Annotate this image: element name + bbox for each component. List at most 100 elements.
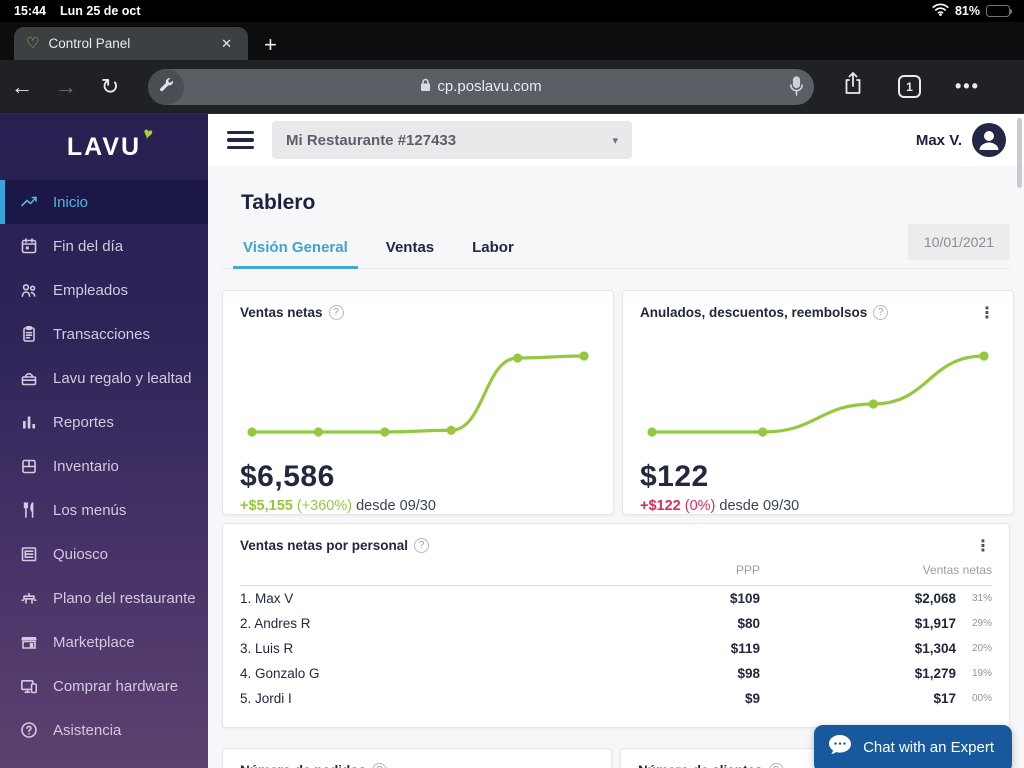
mic-icon[interactable]	[789, 75, 804, 103]
reload-button[interactable]: ↻	[88, 74, 132, 100]
sidebar-item-label: Empleados	[53, 281, 129, 299]
hardware-icon	[19, 676, 39, 696]
sidebar-item-plano-del-restaurante[interactable]: Plano del restaurante	[0, 576, 208, 620]
kiosk-icon	[19, 544, 39, 564]
table-row: 1. Max V $109 $2,068 31%	[240, 586, 992, 611]
date-picker[interactable]: 10/01/2021	[907, 224, 1010, 260]
store-icon	[19, 632, 39, 652]
help-icon[interactable]: ?	[873, 305, 889, 320]
forward-button[interactable]: →	[44, 74, 88, 100]
calendar-icon	[19, 236, 39, 256]
floorplan-icon	[19, 588, 39, 608]
column-net-sales: Ventas netas	[922, 563, 992, 577]
help-icon[interactable]: ?	[372, 763, 388, 768]
box-icon	[19, 456, 39, 476]
tab-labor[interactable]: Labor	[470, 229, 516, 268]
battery-percent: 81%	[954, 4, 980, 18]
sidebar-item-label: Fin del día	[53, 237, 124, 255]
staff-name: 2. Andres R	[240, 616, 311, 631]
tab-ventas[interactable]: Ventas	[384, 229, 436, 268]
sidebar-item-label: Quiosco	[53, 545, 109, 563]
url-text: cp.poslavu.com	[437, 78, 542, 95]
sidebar-item-transacciones[interactable]: Transacciones	[0, 312, 208, 356]
sidebar-item-inicio[interactable]: Inicio	[0, 180, 208, 224]
help-icon	[19, 720, 39, 740]
staff-name: 1. Max V	[240, 591, 294, 606]
sidebar-item-comprar-hardware[interactable]: Comprar hardware	[0, 664, 208, 708]
help-icon[interactable]: ?	[768, 763, 784, 768]
staff-net-sales: $1,917	[914, 616, 956, 631]
hamburger-menu-icon[interactable]	[227, 130, 254, 150]
kebab-menu-icon[interactable]: ⋮	[973, 301, 1001, 325]
browser-tab-control-panel[interactable]: ♡ Control Panel ✕	[14, 27, 248, 60]
tab-close-icon[interactable]: ✕	[217, 34, 236, 54]
sidebar-item-label: Marketplace	[53, 633, 135, 651]
sidebar-item-los-men-s[interactable]: Los menús	[0, 488, 208, 532]
lavu-heart-favicon: ♡	[26, 35, 40, 52]
scrollbar[interactable]	[1017, 118, 1022, 188]
chat-with-expert-button[interactable]: Chat with an Expert	[814, 725, 1012, 768]
back-button[interactable]: ←	[0, 74, 44, 100]
staff-percent: 31%	[971, 593, 992, 604]
site-settings-button[interactable]	[148, 68, 184, 105]
chat-bubble-icon	[828, 734, 852, 760]
people-icon	[19, 280, 39, 300]
trend-icon	[19, 192, 39, 212]
net-sales-title: Ventas netas	[240, 305, 323, 320]
share-icon[interactable]	[842, 71, 864, 102]
new-tab-button[interactable]: +	[264, 34, 277, 56]
sidebar-item-asistencia[interactable]: Asistencia	[0, 708, 208, 752]
avatar[interactable]	[972, 123, 1006, 157]
bars-icon	[19, 412, 39, 432]
address-bar[interactable]: cp.poslavu.com	[148, 68, 814, 105]
staff-ppp: $109	[729, 591, 760, 606]
browser-tab-strip: ♡ Control Panel ✕ +	[0, 22, 1024, 60]
sidebar-item-partial[interactable]	[0, 752, 208, 768]
sidebar-item-reportes[interactable]: Reportes	[0, 400, 208, 444]
staff-percent: 29%	[971, 618, 992, 629]
voids-value: $122	[640, 460, 709, 493]
app-header: Mi Restaurante #127433 ▾ Max V.	[208, 114, 1024, 166]
chat-button-label: Chat with an Expert	[863, 738, 994, 756]
dashboard-tabs: Visión General Ventas Labor 10/01/2021	[222, 224, 1010, 269]
status-date: Lun 25 de oct	[59, 4, 141, 18]
voids-discounts-card: Anulados, descuentos, reembolsos ? ⋮ $12…	[622, 290, 1014, 515]
voids-title: Anulados, descuentos, reembolsos	[640, 305, 868, 320]
help-icon[interactable]: ?	[328, 305, 344, 320]
battery-icon	[986, 5, 1012, 17]
orders-count-card: Número de pedidos ?	[222, 748, 612, 768]
restaurant-selector[interactable]: Mi Restaurante #127433 ▾	[272, 121, 632, 159]
sidebar-item-fin-del-d-a[interactable]: Fin del día	[0, 224, 208, 268]
help-icon[interactable]: ?	[414, 538, 430, 553]
sidebar-item-lavu-regalo-y-lealtad[interactable]: Lavu regalo y lealtad	[0, 356, 208, 400]
app-frame: LAVU ♥ Inicio Fin del día Empleados Transacc…	[0, 114, 1024, 768]
sidebar-item-label: Inicio	[53, 193, 89, 211]
column-ppp: PPP	[735, 563, 760, 577]
staff-percent: 19%	[971, 668, 992, 679]
sidebar-item-empleados[interactable]: Empleados	[0, 268, 208, 312]
net-sales-value: $6,586	[240, 460, 335, 493]
net-sales-delta: +$5,155 (+360%) desde 09/30	[240, 498, 436, 514]
sidebar-item-quiosco[interactable]: Quiosco	[0, 532, 208, 576]
sidebar-item-label: Reportes	[53, 413, 114, 431]
tab-switcher-button[interactable]: 1	[898, 75, 921, 98]
dashboard-content: Tablero Visión General Ventas Labor 10/01/…	[208, 191, 1024, 768]
gift-icon	[19, 368, 39, 388]
lavu-logo-heart-icon: ♥	[141, 124, 156, 144]
clipboard-icon	[19, 324, 39, 344]
kebab-menu-icon[interactable]: ⋮	[969, 534, 997, 558]
lavu-logo[interactable]: LAVU ♥	[0, 114, 208, 180]
lock-icon	[420, 78, 431, 96]
tab-visi-n-general[interactable]: Visión General	[233, 229, 358, 269]
sidebar-item-label: Los menús	[53, 501, 127, 519]
staff-ppp: $80	[737, 616, 760, 631]
staff-net-sales: $1,304	[914, 641, 956, 656]
customers-card-title: Número de clientes	[638, 763, 763, 768]
voids-sparkline	[647, 351, 989, 437]
sidebar-item-marketplace[interactable]: Marketplace	[0, 620, 208, 664]
table-row: 3. Luis R $119 $1,304 20%	[240, 636, 992, 661]
browser-menu-icon[interactable]: •••	[955, 76, 980, 97]
chevron-down-icon: ▾	[612, 134, 618, 147]
sidebar-item-label: Transacciones	[53, 325, 150, 343]
sidebar-item-inventario[interactable]: Inventario	[0, 444, 208, 488]
